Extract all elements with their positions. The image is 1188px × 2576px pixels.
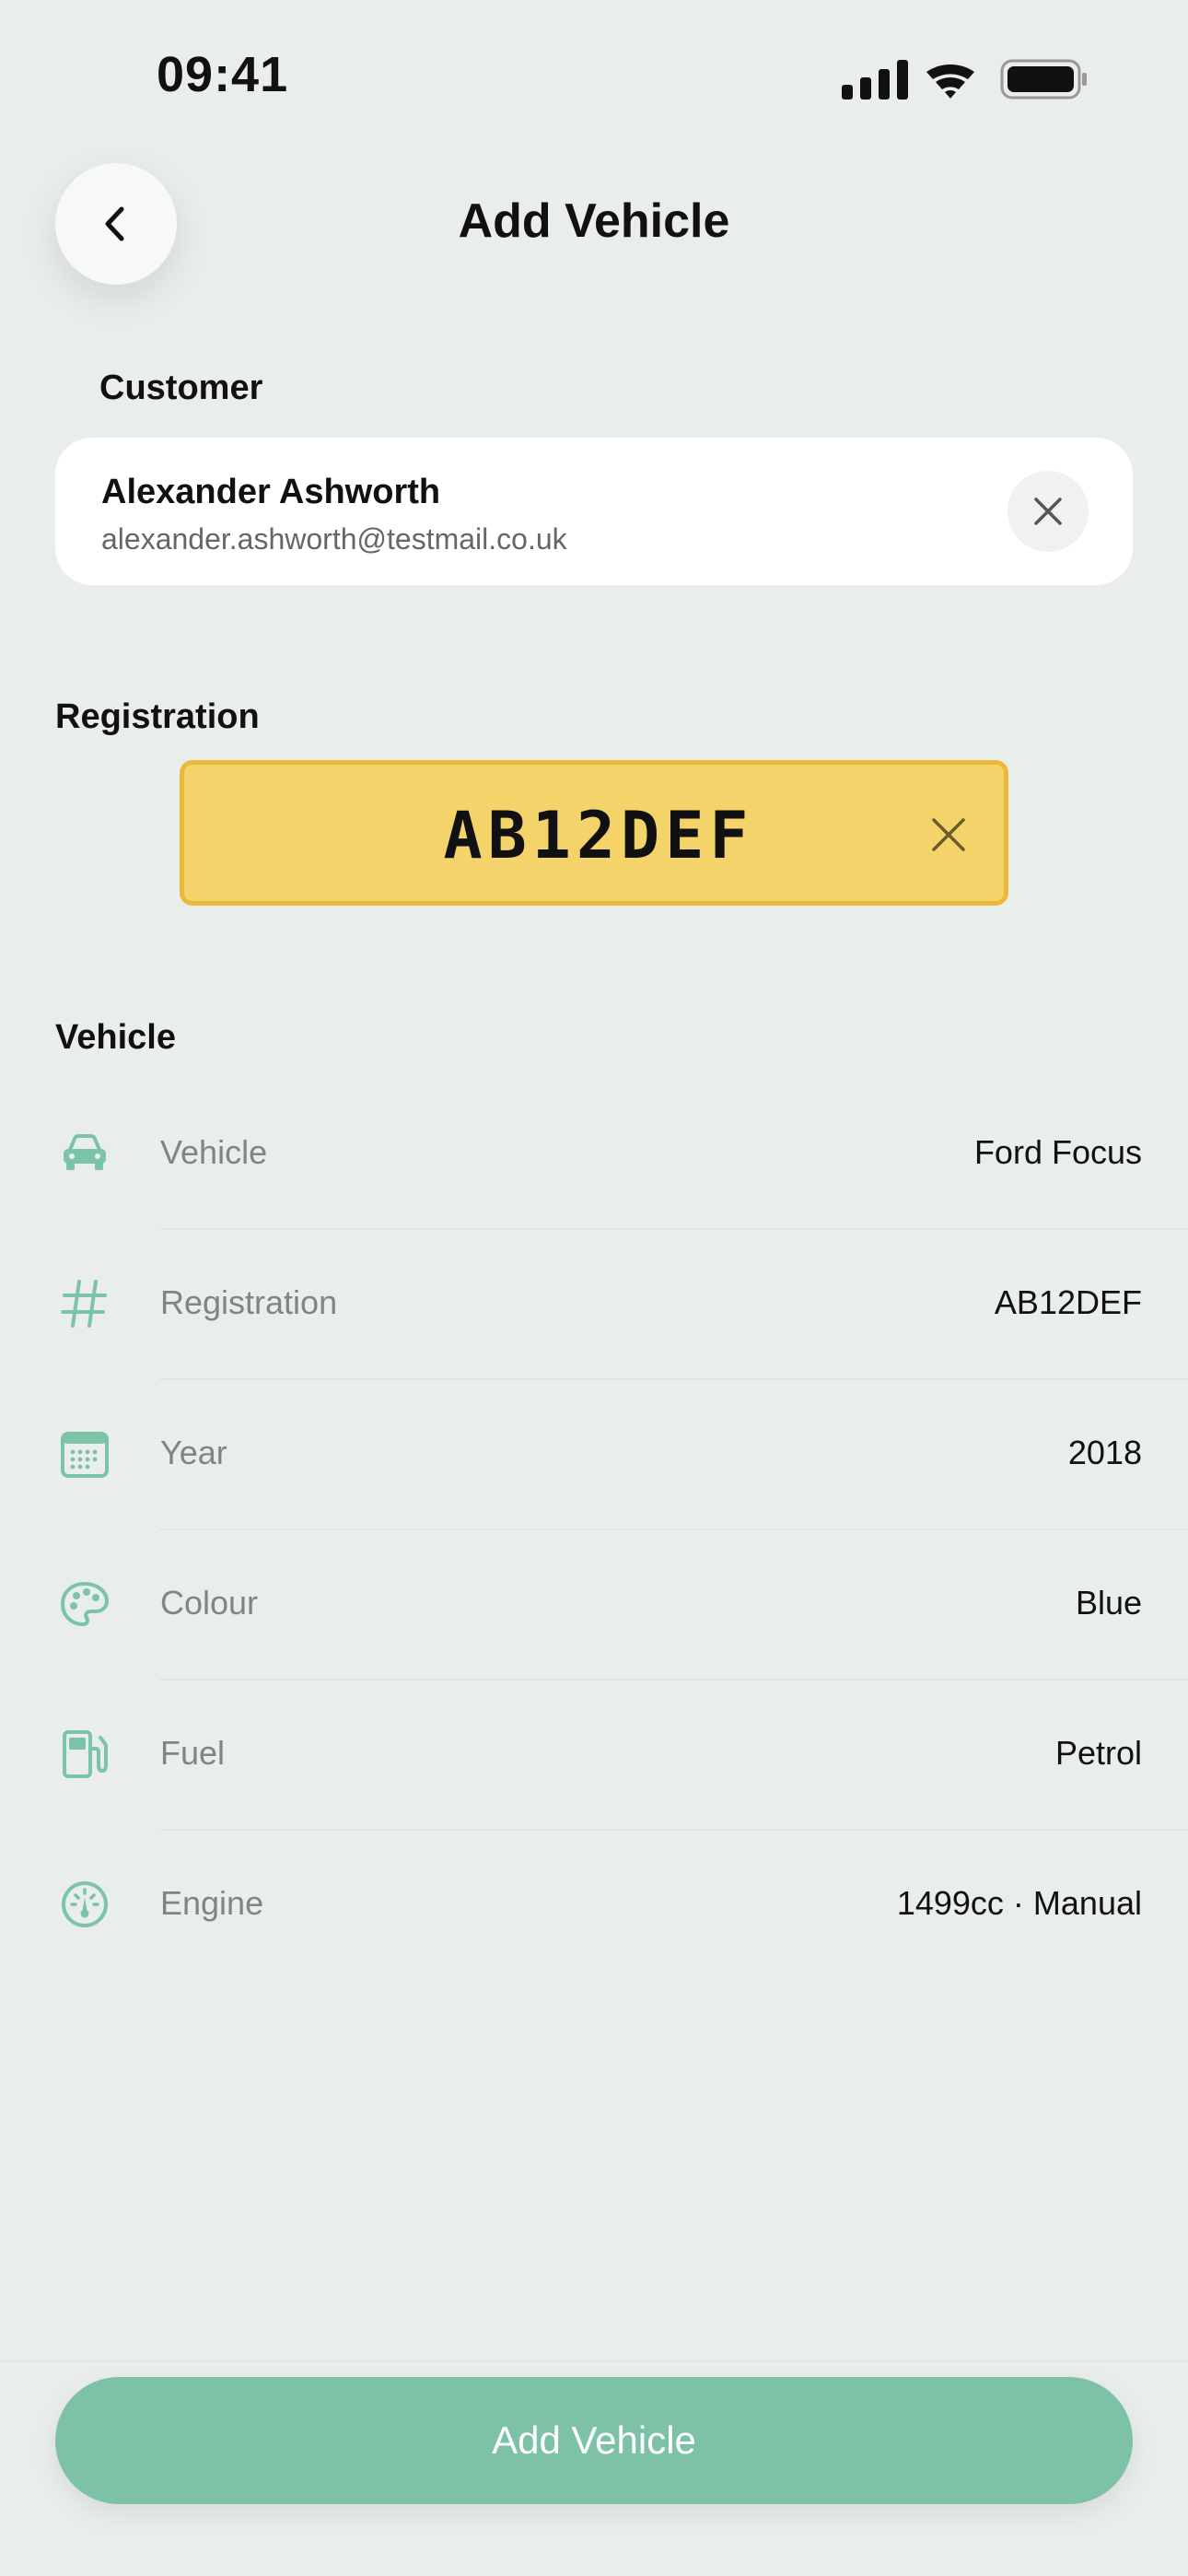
close-icon (1034, 498, 1062, 525)
page-title: Add Vehicle (458, 194, 730, 248)
car-icon (64, 1134, 106, 1170)
clear-plate-button[interactable] (930, 816, 967, 853)
vehicle-row-label: Engine (160, 1884, 264, 1922)
wifi-icon (926, 64, 974, 99)
vehicle-row-value: 2018 (1067, 1434, 1142, 1471)
add-vehicle-button[interactable]: Add Vehicle (55, 2377, 1133, 2504)
add-vehicle-button-label: Add Vehicle (492, 2418, 696, 2462)
hash-icon (61, 1280, 107, 1328)
add-vehicle-screen: 09:41 Add Vehicle Customer Alexander Ash… (0, 0, 1188, 2576)
vehicle-row-colour: Colour Blue (0, 1530, 1188, 1680)
cellular-signal-icon (842, 60, 908, 100)
registration-section-label: Registration (55, 697, 260, 736)
calendar-icon (61, 1432, 109, 1478)
vehicle-row-label: Colour (160, 1584, 259, 1622)
vehicle-row-value: Petrol (1054, 1734, 1142, 1772)
customer-email: alexander.ashworth@testmail.co.uk (101, 522, 567, 556)
battery-icon (1000, 59, 1087, 100)
vehicle-row-label: Registration (160, 1283, 338, 1321)
vehicle-row-label: Vehicle (160, 1133, 268, 1171)
vehicle-row-label: Fuel (160, 1734, 226, 1772)
clear-customer-button[interactable] (1007, 471, 1089, 552)
vehicle-row-engine: Engine 1499cc · Manual (0, 1831, 1188, 1981)
vehicle-row-label: Year (160, 1434, 227, 1471)
customer-card[interactable]: Alexander Ashworth alexander.ashworth@te… (55, 438, 1133, 585)
vehicle-row-value: 1499cc · Manual (896, 1884, 1142, 1922)
vehicle-section-label: Vehicle (55, 1018, 176, 1057)
vehicle-row-value: Ford Focus (973, 1133, 1142, 1171)
customer-section-label: Customer (99, 369, 263, 407)
palette-icon (61, 1582, 109, 1626)
gauge-icon (62, 1881, 108, 1927)
vehicle-row-fuel: Fuel Petrol (0, 1680, 1188, 1831)
status-icons (842, 59, 1087, 100)
registration-plate-text: AB12DEF (443, 798, 754, 873)
vehicle-row-year: Year 2018 (0, 1380, 1188, 1530)
vehicle-row-value: AB12DEF (994, 1283, 1142, 1321)
footer-divider (0, 2360, 1188, 2362)
fuel-pump-icon (63, 1730, 108, 1778)
registration-plate-input[interactable]: AB12DEF (180, 760, 1008, 906)
customer-name: Alexander Ashworth (101, 473, 441, 511)
vehicle-row-model: Vehicle Ford Focus (0, 1080, 1188, 1230)
vehicle-row-registration: Registration AB12DEF (0, 1230, 1188, 1380)
vehicle-row-value: Blue (1075, 1584, 1142, 1622)
status-time: 09:41 (157, 47, 289, 102)
